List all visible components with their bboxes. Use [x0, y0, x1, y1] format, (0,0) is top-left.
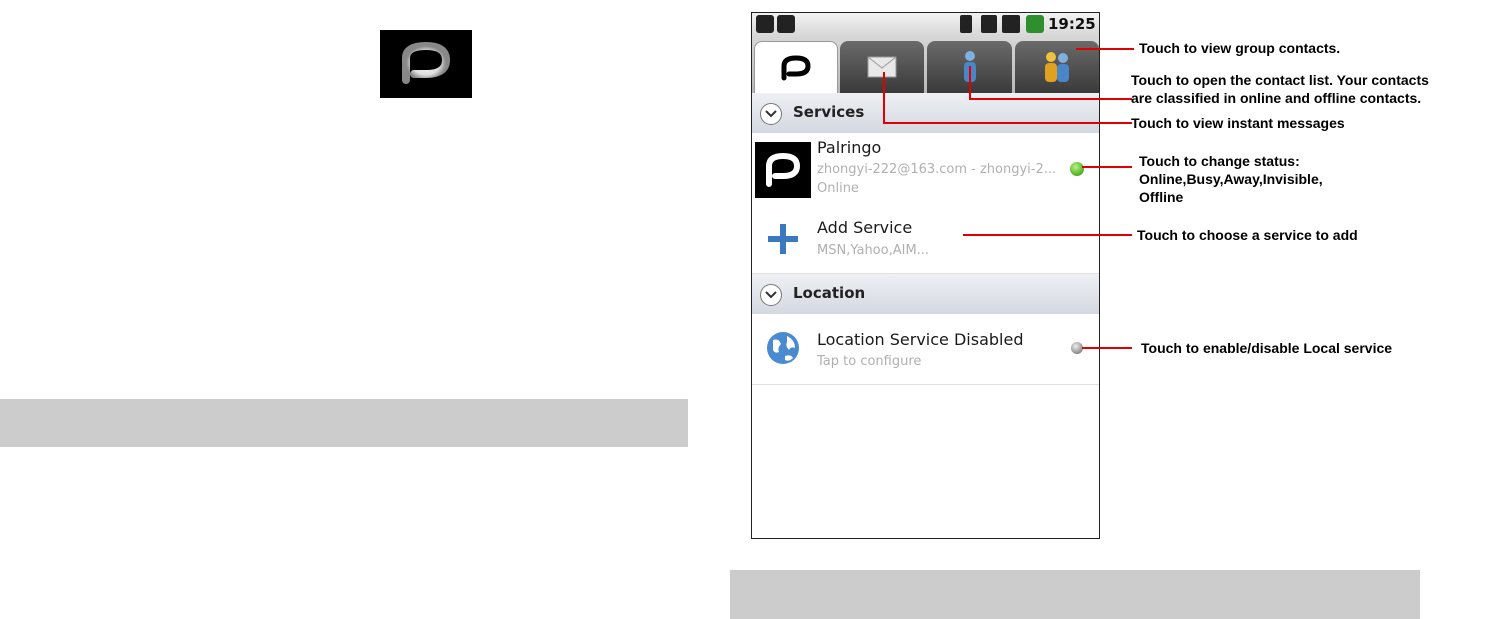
- palringo-app-logo: [380, 30, 472, 98]
- tab-palringo[interactable]: [754, 41, 838, 94]
- service-account: zhongyi-222@163.com - zhongyi-2...: [817, 162, 1057, 177]
- location-service-row[interactable]: Location Service Disabled Tap to configu…: [752, 314, 1099, 385]
- callout-line-contacts-vertical: [969, 66, 971, 100]
- vibrate-icon: [981, 15, 997, 33]
- android-notification-icon: [756, 15, 774, 33]
- callout-line-status: [1082, 166, 1132, 168]
- chevron-down-icon: [760, 103, 782, 125]
- callout-contact-list-2: are classified in online and offline con…: [1131, 90, 1422, 106]
- status-indicator-icon[interactable]: [1070, 162, 1084, 176]
- callout-line-group: [1076, 48, 1134, 50]
- wifi-icon: [960, 15, 972, 33]
- envelope-icon: [867, 56, 897, 78]
- callout-instant-messages: Touch to view instant messages: [1131, 115, 1345, 131]
- palringo-logo-icon: [402, 41, 451, 84]
- callout-change-status-3: Offline: [1139, 189, 1184, 205]
- signal-icon: [1002, 15, 1020, 33]
- palringo-notification-icon: [777, 15, 795, 33]
- callout-change-status-1: Touch to change status:: [1139, 153, 1300, 169]
- callout-group-contacts: Touch to view group contacts.: [1139, 40, 1341, 56]
- add-service-label: Add Service: [817, 218, 913, 237]
- service-row-palringo[interactable]: Palringo zhongyi-222@163.com - zhongyi-2…: [752, 133, 1099, 205]
- callout-line-messages-vertical: [883, 72, 885, 124]
- callout-line-local: [1082, 347, 1132, 349]
- chevron-down-icon: [760, 284, 782, 306]
- services-header-label: Services: [793, 103, 865, 121]
- battery-icon: [1026, 15, 1044, 33]
- service-name: Palringo: [817, 138, 882, 157]
- add-service-options: MSN,Yahoo,AIM...: [817, 243, 930, 258]
- phone-screen: 19:25 Services Palringo zhongyi-222@163.…: [751, 12, 1100, 539]
- callout-local-service: Touch to enable/disable Local service: [1141, 340, 1393, 356]
- service-status-text: Online: [817, 181, 859, 196]
- callout-line-add-service: [963, 234, 1132, 236]
- location-header[interactable]: Location: [752, 274, 1099, 314]
- location-service-label: Location Service Disabled: [817, 330, 1024, 349]
- palringo-icon: [781, 55, 811, 81]
- location-service-hint: Tap to configure: [817, 354, 922, 369]
- callout-contact-list-1: Touch to open the contact list. Your con…: [1131, 72, 1429, 88]
- caption-bar-left: [0, 399, 688, 447]
- palringo-service-icon: [755, 142, 811, 198]
- callout-line-messages: [883, 122, 1132, 124]
- group-icon: [1045, 52, 1069, 82]
- callout-change-status-2: Online,Busy,Away,Invisible,: [1139, 171, 1323, 187]
- globe-icon: [767, 332, 799, 364]
- plus-icon: [768, 224, 798, 254]
- status-bar: 19:25: [752, 13, 1099, 35]
- callout-add-service: Touch to choose a service to add: [1137, 227, 1358, 243]
- status-time: 19:25: [1048, 15, 1096, 33]
- add-service-row[interactable]: Add Service MSN,Yahoo,AIM...: [752, 204, 1099, 274]
- location-header-label: Location: [793, 284, 866, 302]
- tab-messages[interactable]: [840, 41, 924, 93]
- tab-strip: [752, 35, 1099, 94]
- callout-line-contacts: [969, 98, 1132, 100]
- caption-bar-right: [730, 570, 1420, 619]
